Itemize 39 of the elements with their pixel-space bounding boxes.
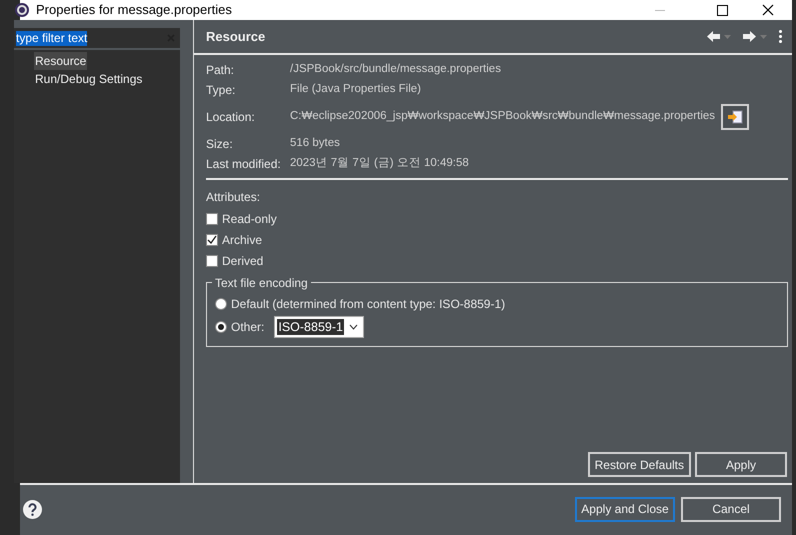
forward-arrow-icon[interactable] [743,31,756,42]
radio-label: Other: [231,319,264,336]
caret-icon [349,324,358,330]
field-value: 516 bytes [290,136,340,152]
help-icon[interactable] [23,500,42,518]
checkbox-label: Archive [222,232,262,249]
field-value: /JSPBook/src/bundle/message.properties [290,62,501,78]
file-arrow-icon [727,110,744,124]
section-label: Attributes: [206,189,262,206]
field-value: File (Java Properties File) [290,82,422,98]
maximize-icon[interactable] [717,4,728,16]
tree-item[interactable]: Resource [34,52,88,70]
radio-button[interactable] [215,321,227,333]
checkbox-label: Derived [222,253,264,270]
window-title: Properties for message.properties [36,1,232,20]
field-label: Size: [206,136,234,153]
field-value: C:₩eclipse202006_jsp₩workspace₩JSPBook₩src₩bundle₩message.properties [290,109,716,124]
dialog-button[interactable]: Apply and Close [575,496,675,522]
field-label: Last modified: [206,156,282,173]
page-title: Resource [206,28,266,46]
field-label: Type: [206,82,236,99]
back-arrow-icon[interactable] [707,31,720,42]
encoding-dropdown[interactable]: ISO-8859-1 [274,316,364,338]
page-button[interactable]: Restore Defaults [588,452,691,477]
page-button[interactable]: Apply [695,452,787,477]
more-icon[interactable] [779,30,782,43]
field-value: 2023년 7월 7일 (금) 오전 10:49:58 [290,156,469,172]
field-label: Location: [206,109,256,126]
checkbox-label: Read-only [222,211,277,228]
checkbox[interactable] [206,255,218,267]
radio-button[interactable] [215,298,227,310]
dialog-button[interactable]: Cancel [681,496,781,522]
close-icon[interactable] [762,4,774,16]
show-in-explorer-button[interactable] [721,104,750,130]
tree-item[interactable]: Run/Debug Settings [34,70,144,88]
checkbox[interactable] [206,234,218,246]
radio-label: Default (determined from content type: ISO-8859-1) [231,296,506,313]
field-label: Path: [206,62,236,79]
checkbox[interactable] [206,213,218,225]
